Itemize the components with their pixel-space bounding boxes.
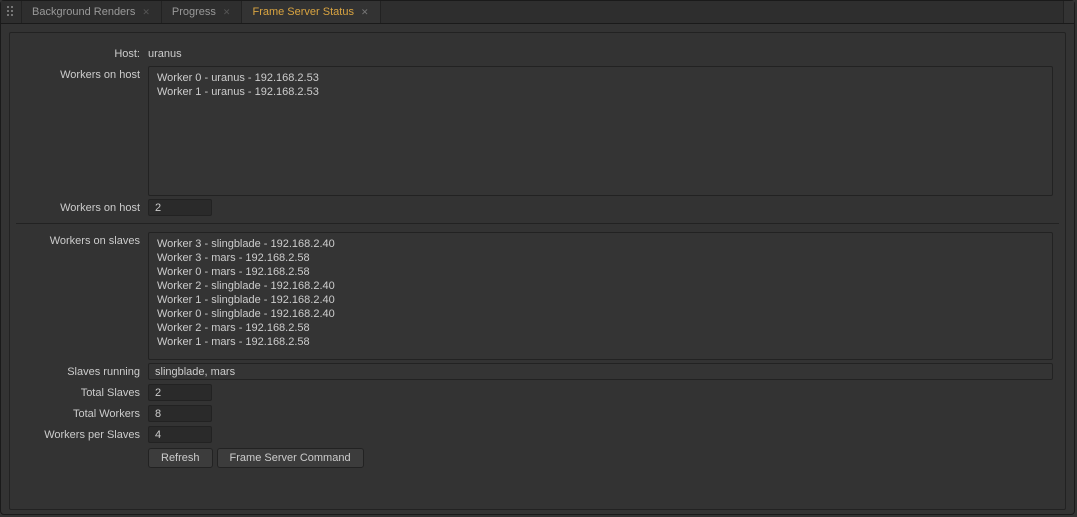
close-icon[interactable]: ✕ <box>141 7 151 18</box>
total-slaves-label: Total Slaves <box>16 384 148 402</box>
workers-on-host-count-field[interactable]: 2 <box>148 199 212 216</box>
status-panel: Host: uranus Workers on host Worker 0 - … <box>9 32 1066 510</box>
workers-on-host-count-label: Workers on host <box>16 199 148 217</box>
tab-background-renders[interactable]: Background Renders ✕ <box>22 1 162 23</box>
slaves-running-field[interactable]: slingblade, mars <box>148 363 1053 380</box>
frame-server-command-button[interactable]: Frame Server Command <box>217 448 364 468</box>
workers-on-slaves-list[interactable]: Worker 3 - slingblade - 192.168.2.40 Wor… <box>148 232 1053 360</box>
close-icon[interactable]: ✕ <box>222 7 232 18</box>
app-window: Background Renders ✕ Progress ✕ Frame Se… <box>0 0 1075 515</box>
panel-drag-handle[interactable] <box>1 1 22 23</box>
workers-per-slaves-field[interactable]: 4 <box>148 426 212 443</box>
slaves-running-label: Slaves running <box>16 363 148 381</box>
workers-per-slaves-label: Workers per Slaves <box>16 426 148 444</box>
tab-frame-server-status[interactable]: Frame Server Status ✕ <box>242 1 380 23</box>
tab-label: Background Renders <box>32 6 135 18</box>
workers-on-host-list[interactable]: Worker 0 - uranus - 192.168.2.53 Worker … <box>148 66 1053 196</box>
total-slaves-field[interactable]: 2 <box>148 384 212 401</box>
button-row: Refresh Frame Server Command <box>148 448 1059 468</box>
total-workers-field[interactable]: 8 <box>148 405 212 422</box>
tab-bar: Background Renders ✕ Progress ✕ Frame Se… <box>1 1 1074 24</box>
workers-on-slaves-label: Workers on slaves <box>16 232 148 250</box>
tab-progress[interactable]: Progress ✕ <box>162 1 243 23</box>
total-workers-label: Total Workers <box>16 405 148 423</box>
tab-label: Frame Server Status <box>252 6 353 18</box>
close-icon[interactable]: ✕ <box>360 7 370 18</box>
section-divider <box>16 223 1059 224</box>
host-label: Host: <box>16 45 148 63</box>
tab-bar-filler <box>381 1 1064 23</box>
content-area: Host: uranus Workers on host Worker 0 - … <box>1 24 1074 510</box>
tab-bar-end <box>1063 1 1074 23</box>
host-value: uranus <box>148 45 1059 63</box>
tab-label: Progress <box>172 6 216 18</box>
refresh-button[interactable]: Refresh <box>148 448 213 468</box>
workers-on-host-list-label: Workers on host <box>16 66 148 84</box>
